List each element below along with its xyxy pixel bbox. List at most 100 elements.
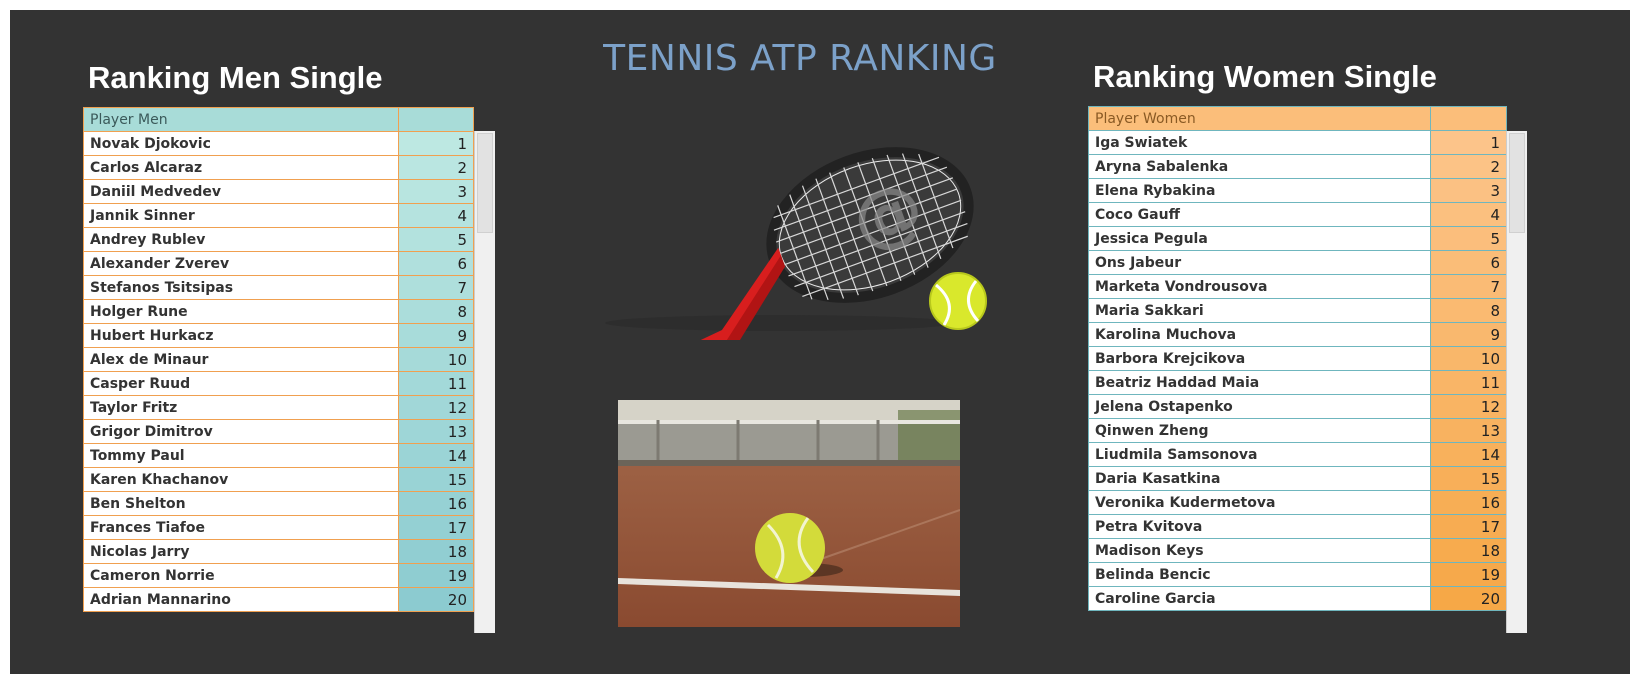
women-table-row[interactable]: Beatriz Haddad Maia 11 (1088, 370, 1507, 395)
women-table-row[interactable]: Jessica Pegula 5 (1088, 226, 1507, 251)
women-player-name: Iga Swiatek (1088, 130, 1431, 155)
men-table-row[interactable]: Jannik Sinner 4 (83, 203, 474, 228)
women-player-name: Aryna Sabalenka (1088, 154, 1431, 179)
tennis-court-photo (618, 400, 960, 627)
women-player-name: Karolina Muchova (1088, 322, 1431, 347)
men-player-name: Casper Ruud (83, 371, 399, 396)
men-table-row[interactable]: Daniil Medvedev 3 (83, 179, 474, 204)
women-player-name: Daria Kasatkina (1088, 466, 1431, 491)
men-table-scrollbar[interactable] (474, 131, 495, 633)
women-player-column-header[interactable]: Player Women (1088, 106, 1431, 131)
women-table-row[interactable]: Jelena Ostapenko 12 (1088, 394, 1507, 419)
women-table-row[interactable]: Daria Kasatkina 15 (1088, 466, 1507, 491)
women-table-row[interactable]: Belinda Bencic 19 (1088, 562, 1507, 587)
men-table-row[interactable]: Frances Tiafoe 17 (83, 515, 474, 540)
women-player-name: Maria Sakkari (1088, 298, 1431, 323)
men-table-row[interactable]: Alexander Zverev 6 (83, 251, 474, 276)
men-table-row[interactable]: Ben Shelton 16 (83, 491, 474, 516)
men-player-rank: 11 (398, 371, 474, 396)
men-player-name: Ben Shelton (83, 491, 399, 516)
women-player-rank: 7 (1430, 274, 1507, 299)
men-player-rank: 7 (398, 275, 474, 300)
women-player-rank: 12 (1430, 394, 1507, 419)
women-player-rank: 9 (1430, 322, 1507, 347)
men-player-name: Carlos Alcaraz (83, 155, 399, 180)
women-table-row[interactable]: Caroline Garcia 20 (1088, 586, 1507, 611)
men-player-rank: 3 (398, 179, 474, 204)
women-table-row[interactable]: Liudmila Samsonova 14 (1088, 442, 1507, 467)
women-rank-column-header[interactable] (1430, 106, 1507, 131)
women-table-row[interactable]: Elena Rybakina 3 (1088, 178, 1507, 203)
men-player-rank: 4 (398, 203, 474, 228)
men-table-row[interactable]: Grigor Dimitrov 13 (83, 419, 474, 444)
women-player-rank: 16 (1430, 490, 1507, 515)
men-player-rank: 19 (398, 563, 474, 588)
women-player-rank: 17 (1430, 514, 1507, 539)
men-rank-column-header[interactable] (398, 107, 474, 132)
women-player-rank: 1 (1430, 130, 1507, 155)
women-player-name: Madison Keys (1088, 538, 1431, 563)
women-table-row[interactable]: Qinwen Zheng 13 (1088, 418, 1507, 443)
women-table-row[interactable]: Marketa Vondrousova 7 (1088, 274, 1507, 299)
women-player-name: Belinda Bencic (1088, 562, 1431, 587)
women-table-row[interactable]: Aryna Sabalenka 2 (1088, 154, 1507, 179)
women-player-rank: 14 (1430, 442, 1507, 467)
women-table-row[interactable]: Madison Keys 18 (1088, 538, 1507, 563)
men-player-name: Grigor Dimitrov (83, 419, 399, 444)
women-table-row[interactable]: Karolina Muchova 9 (1088, 322, 1507, 347)
men-table-row[interactable]: Holger Rune 8 (83, 299, 474, 324)
men-player-name: Daniil Medvedev (83, 179, 399, 204)
men-player-column-header[interactable]: Player Men (83, 107, 399, 132)
men-table-row[interactable]: Novak Djokovic 1 (83, 131, 474, 156)
women-table-row[interactable]: Barbora Krejcikova 10 (1088, 346, 1507, 371)
women-table-row[interactable]: Petra Kvitova 17 (1088, 514, 1507, 539)
women-ranking-heading: Ranking Women Single (1093, 59, 1437, 94)
men-table-row[interactable]: Adrian Mannarino 20 (83, 587, 474, 612)
women-table-row[interactable]: Veronika Kudermetova 16 (1088, 490, 1507, 515)
women-scrollbar-thumb[interactable] (1509, 133, 1525, 233)
women-table-row[interactable]: Iga Swiatek 1 (1088, 130, 1507, 155)
women-player-name: Qinwen Zheng (1088, 418, 1431, 443)
women-player-rank: 19 (1430, 562, 1507, 587)
men-table-row[interactable]: Andrey Rublev 5 (83, 227, 474, 252)
women-player-name: Petra Kvitova (1088, 514, 1431, 539)
men-player-rank: 20 (398, 587, 474, 612)
men-player-name: Holger Rune (83, 299, 399, 324)
women-player-rank: 11 (1430, 370, 1507, 395)
men-table-row[interactable]: Stefanos Tsitsipas 7 (83, 275, 474, 300)
men-player-name: Stefanos Tsitsipas (83, 275, 399, 300)
men-player-rank: 15 (398, 467, 474, 492)
men-table-row[interactable]: Nicolas Jarry 18 (83, 539, 474, 564)
men-player-rank: 2 (398, 155, 474, 180)
women-table-row[interactable]: Ons Jabeur 6 (1088, 250, 1507, 275)
men-player-name: Karen Khachanov (83, 467, 399, 492)
women-player-name: Ons Jabeur (1088, 250, 1431, 275)
men-ranking-table: Player Men Novak Djokovic 1 Carlos Alcaraz… (83, 107, 474, 612)
men-player-rank: 14 (398, 443, 474, 468)
men-table-row[interactable]: Karen Khachanov 15 (83, 467, 474, 492)
men-table-row[interactable]: Casper Ruud 11 (83, 371, 474, 396)
men-table-row[interactable]: Alex de Minaur 10 (83, 347, 474, 372)
women-player-name: Coco Gauff (1088, 202, 1431, 227)
men-scrollbar-thumb[interactable] (477, 133, 493, 233)
men-table-row[interactable]: Tommy Paul 14 (83, 443, 474, 468)
women-table-scrollbar[interactable] (1506, 131, 1527, 633)
women-player-name: Jelena Ostapenko (1088, 394, 1431, 419)
men-table-row[interactable]: Taylor Fritz 12 (83, 395, 474, 420)
men-ranking-heading: Ranking Men Single (88, 60, 383, 95)
men-player-name: Taylor Fritz (83, 395, 399, 420)
women-player-name: Beatriz Haddad Maia (1088, 370, 1431, 395)
women-player-name: Liudmila Samsonova (1088, 442, 1431, 467)
women-table-row[interactable]: Maria Sakkari 8 (1088, 298, 1507, 323)
men-table-row[interactable]: Carlos Alcaraz 2 (83, 155, 474, 180)
women-player-rank: 3 (1430, 178, 1507, 203)
men-player-name: Nicolas Jarry (83, 539, 399, 564)
men-table-row[interactable]: Hubert Hurkacz 9 (83, 323, 474, 348)
women-player-name: Caroline Garcia (1088, 586, 1431, 611)
women-player-rank: 8 (1430, 298, 1507, 323)
women-table-row[interactable]: Coco Gauff 4 (1088, 202, 1507, 227)
men-table-row[interactable]: Cameron Norrie 19 (83, 563, 474, 588)
women-player-rank: 13 (1430, 418, 1507, 443)
women-player-rank: 4 (1430, 202, 1507, 227)
women-ranking-table: Player Women Iga Swiatek 1 Aryna Sabalenka… (1088, 106, 1507, 611)
